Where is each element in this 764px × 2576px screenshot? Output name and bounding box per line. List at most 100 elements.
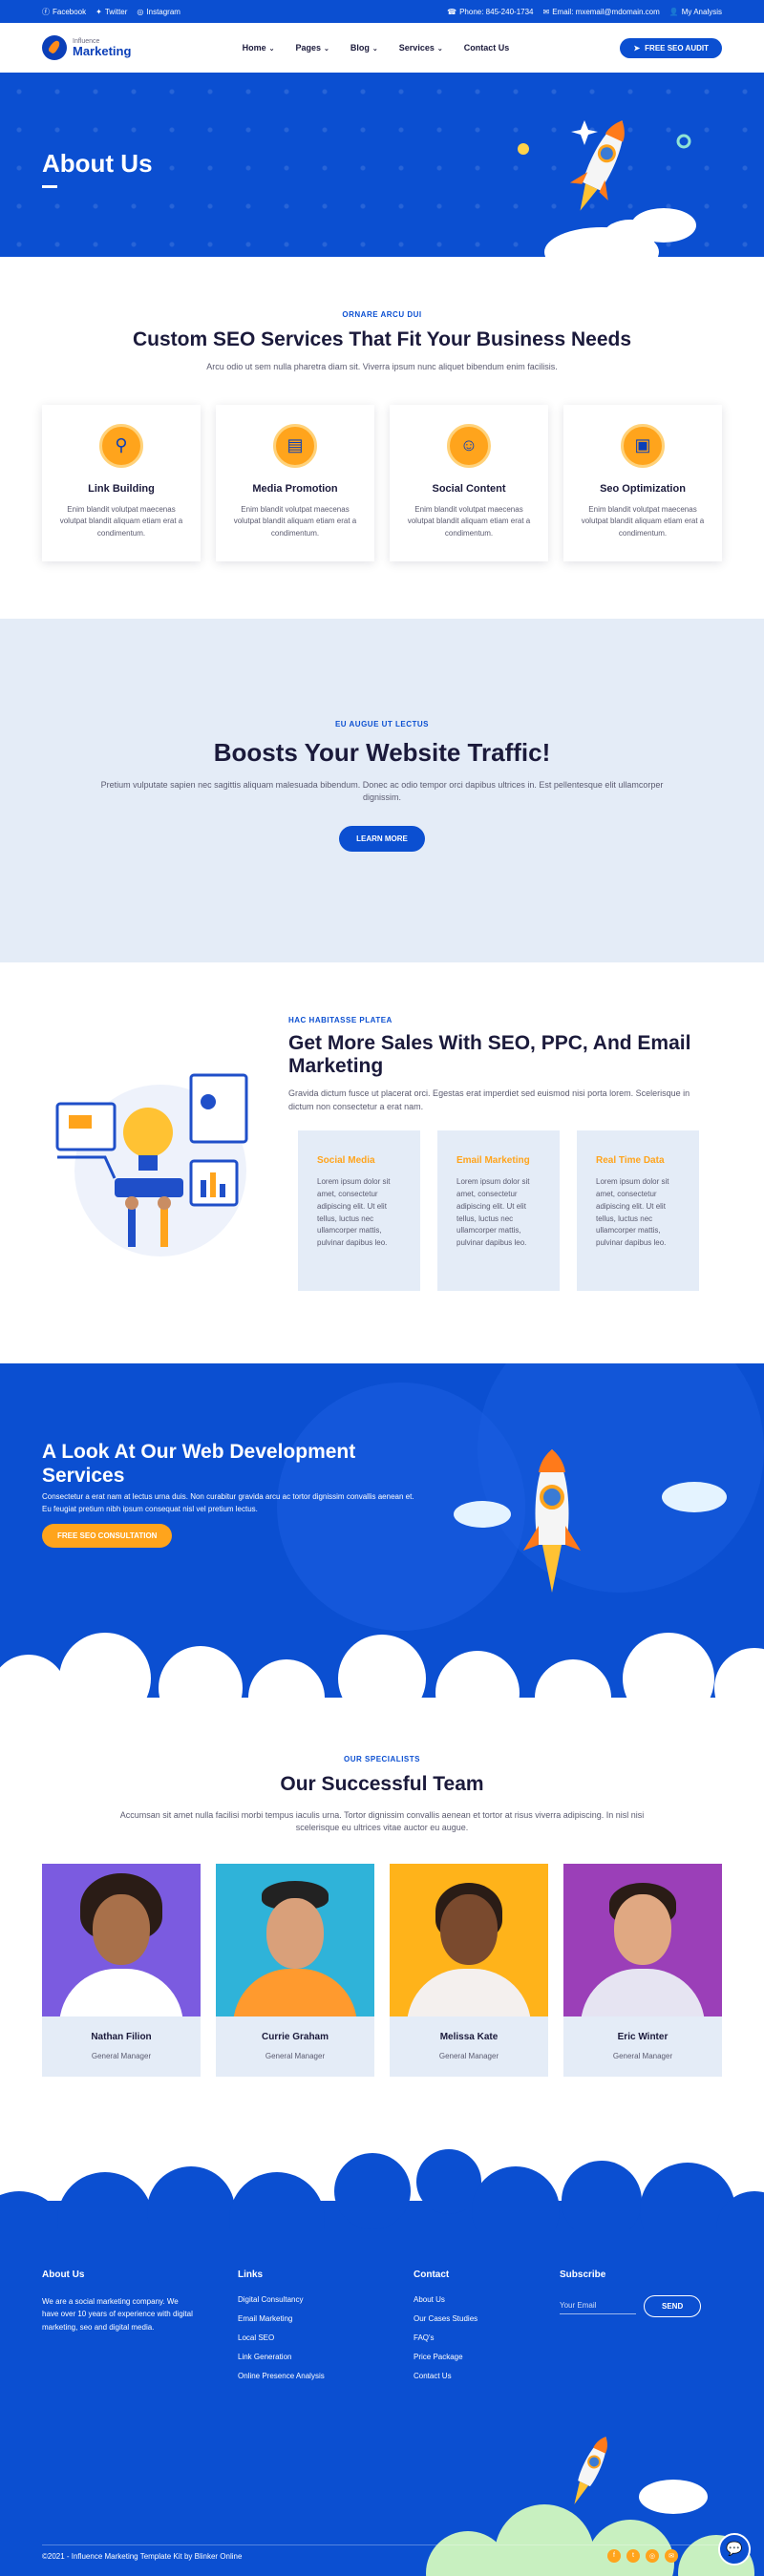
email-text: Email: mxemail@mdomain.com bbox=[552, 7, 660, 16]
sales-section: HAC HABITASSE PLATEA Get More Sales With… bbox=[0, 962, 764, 1363]
nav-home-label: Home bbox=[242, 43, 266, 53]
photo-shirt bbox=[407, 1968, 531, 2016]
twitter-icon[interactable]: t bbox=[626, 2548, 640, 2563]
team-member-role: General Manager bbox=[438, 2051, 499, 2060]
team-member-card[interactable]: Eric Winter General Manager bbox=[563, 1863, 722, 2077]
traffic-section: EU AUGUE UT LECTUS Boosts Your Website T… bbox=[0, 618, 764, 962]
footer-links: Links Digital Consultancy Email Marketin… bbox=[238, 2270, 414, 2391]
traffic-lead: Pretium vulputate sapien nec sagittis al… bbox=[100, 779, 664, 803]
subscribe-form: SEND bbox=[560, 2294, 702, 2317]
service-card[interactable]: ⚲ Link Building Enim blandit volutpat ma… bbox=[42, 404, 201, 561]
nav-services[interactable]: Services ⌄ bbox=[399, 43, 443, 53]
chat-bubble-icon[interactable]: 💬 bbox=[718, 2532, 751, 2565]
instagram-icon: ◎ bbox=[137, 7, 144, 16]
team-member-name: Currie Graham bbox=[261, 2031, 329, 2042]
service-card-text: Enim blandit volutpat maecenas volutpat … bbox=[233, 504, 357, 538]
site-logo[interactable]: Influence Marketing bbox=[42, 35, 131, 60]
nav-blog[interactable]: Blog ⌄ bbox=[350, 43, 378, 53]
photo-face bbox=[266, 1897, 324, 1969]
nav-pages[interactable]: Pages ⌄ bbox=[296, 43, 329, 53]
photo-shirt bbox=[233, 1968, 357, 2016]
services-title: Custom SEO Services That Fit Your Busine… bbox=[132, 328, 632, 350]
rocket-illustration bbox=[518, 120, 696, 257]
service-card[interactable]: ▣ Seo Optimization Enim blandit volutpat… bbox=[563, 404, 722, 561]
feature-card: Social Media Lorem ipsum dolor sit amet,… bbox=[298, 1130, 420, 1292]
account-link[interactable]: 👤 My Analysis bbox=[669, 8, 722, 16]
photo-face bbox=[440, 1893, 498, 1965]
footer-about-text: We are a social marketing company. We ha… bbox=[42, 2296, 193, 2333]
team-member-info: Nathan Filion General Manager bbox=[42, 2016, 201, 2077]
facebook-link[interactable]: ⓕ Facebook bbox=[42, 7, 86, 17]
footer-link[interactable]: Link Generation bbox=[238, 2353, 291, 2361]
email-link[interactable]: ✉ Email: mxemail@mdomain.com bbox=[543, 8, 660, 16]
photo-face bbox=[93, 1893, 150, 1965]
user-circle-icon: ☺ bbox=[447, 423, 491, 468]
footer-link[interactable]: Email Marketing bbox=[238, 2314, 292, 2323]
team-member-info: Melissa Kate General Manager bbox=[390, 2016, 548, 2077]
instagram-label: Instagram bbox=[146, 7, 180, 16]
footer-contact-link[interactable]: Our Cases Studies bbox=[414, 2314, 478, 2323]
footer-contact-title: Contact bbox=[414, 2269, 450, 2280]
footer-contact-link[interactable]: About Us bbox=[414, 2295, 445, 2304]
sales-lead: Gravida dictum fusce ut placerat orci. E… bbox=[288, 1088, 690, 1111]
footer-divider bbox=[42, 2544, 722, 2545]
feature-card-text: Lorem ipsum dolor sit amet, consectetur … bbox=[317, 1177, 391, 1248]
photo-face bbox=[614, 1893, 671, 1965]
team-member-card[interactable]: Melissa Kate General Manager bbox=[390, 1863, 548, 2077]
team-member-card[interactable]: Currie Graham General Manager bbox=[216, 1863, 374, 2077]
team-member-info: Currie Graham General Manager bbox=[216, 2016, 374, 2077]
feature-cards: Social Media Lorem ipsum dolor sit amet,… bbox=[288, 1130, 709, 1292]
facebook-icon[interactable]: f bbox=[607, 2548, 621, 2563]
page-title: About Us bbox=[42, 149, 153, 178]
feature-card-title: Social Media bbox=[317, 1155, 375, 1167]
free-seo-audit-button[interactable]: ➤ FREE SEO AUDIT bbox=[620, 37, 722, 58]
team-section: OUR SPECIALISTS Our Successful Team Accu… bbox=[0, 1726, 764, 2134]
free-seo-consultation-button[interactable]: FREE SEO CONSULTATION bbox=[42, 1523, 173, 1548]
learn-more-button[interactable]: LEARN MORE bbox=[339, 825, 425, 852]
phone-info: ☎ Phone: 845-240-1734 bbox=[447, 8, 533, 16]
footer-contact-link[interactable]: FAQ's bbox=[414, 2333, 435, 2342]
footer-subscribe: Subscribe SEND bbox=[560, 2270, 702, 2391]
team-member-card[interactable]: Nathan Filion General Manager bbox=[42, 1863, 201, 2077]
service-card[interactable]: ☺ Social Content Enim blandit volutpat m… bbox=[390, 404, 548, 561]
team-member-role: General Manager bbox=[265, 2051, 326, 2060]
footer-link[interactable]: Local SEO bbox=[238, 2333, 274, 2342]
envelope-icon[interactable]: ✉ bbox=[665, 2548, 678, 2563]
footer-contact: Contact About Us Our Cases Studies FAQ's… bbox=[414, 2270, 560, 2391]
footer-contact-link[interactable]: Contact Us bbox=[414, 2372, 452, 2380]
sales-title: Get More Sales With SEO, PPC, And Email … bbox=[288, 1031, 691, 1078]
phone-icon: ☎ bbox=[447, 7, 457, 16]
footer-about-title: About Us bbox=[42, 2269, 85, 2280]
twitter-label: Twitter bbox=[104, 7, 128, 16]
service-card[interactable]: ▤ Media Promotion Enim blandit volutpat … bbox=[216, 404, 374, 561]
footer-link[interactable]: Online Presence Analysis bbox=[238, 2372, 325, 2380]
services-eyebrow: ORNARE ARCU DUI bbox=[342, 310, 422, 319]
nav-home[interactable]: Home ⌄ bbox=[243, 43, 275, 53]
instagram-icon[interactable]: ◎ bbox=[646, 2548, 659, 2563]
email-input[interactable] bbox=[560, 2297, 636, 2315]
services-lead: Arcu odio ut sem nulla pharetra diam sit… bbox=[206, 362, 558, 371]
team-members: Nathan Filion General Manager Currie Gra… bbox=[42, 1863, 722, 2077]
send-button[interactable]: SEND bbox=[644, 2294, 702, 2317]
footer-clouds bbox=[0, 2133, 764, 2249]
nav-contact[interactable]: Contact Us bbox=[464, 43, 510, 53]
rocket-logo-icon bbox=[42, 35, 67, 60]
webdev-title: A Look At Our Web Development Services bbox=[42, 1440, 356, 1488]
twitter-link[interactable]: ✦ Twitter bbox=[96, 8, 127, 16]
chevron-down-icon: ⌄ bbox=[436, 46, 443, 53]
audit-button-label: FREE SEO AUDIT bbox=[645, 43, 709, 53]
logo-big-text: Marketing bbox=[73, 44, 132, 58]
team-member-name: Eric Winter bbox=[617, 2031, 668, 2042]
nav-services-label: Services bbox=[398, 43, 435, 53]
footer-contact-link[interactable]: Price Package bbox=[414, 2353, 463, 2361]
service-card-title: Seo Optimization bbox=[600, 482, 686, 495]
instagram-link[interactable]: ◎ Instagram bbox=[137, 8, 180, 16]
footer-link[interactable]: Digital Consultancy bbox=[238, 2295, 303, 2304]
paper-plane-icon: ➤ bbox=[633, 43, 641, 53]
facebook-icon: ⓕ bbox=[42, 7, 50, 16]
feature-card: Real Time Data Lorem ipsum dolor sit ame… bbox=[577, 1130, 699, 1292]
photo-shirt bbox=[59, 1968, 183, 2016]
chevron-down-icon: ⌄ bbox=[371, 46, 378, 53]
team-member-name: Nathan Filion bbox=[91, 2031, 152, 2042]
logo-wordmark: Influence Marketing bbox=[73, 38, 131, 57]
